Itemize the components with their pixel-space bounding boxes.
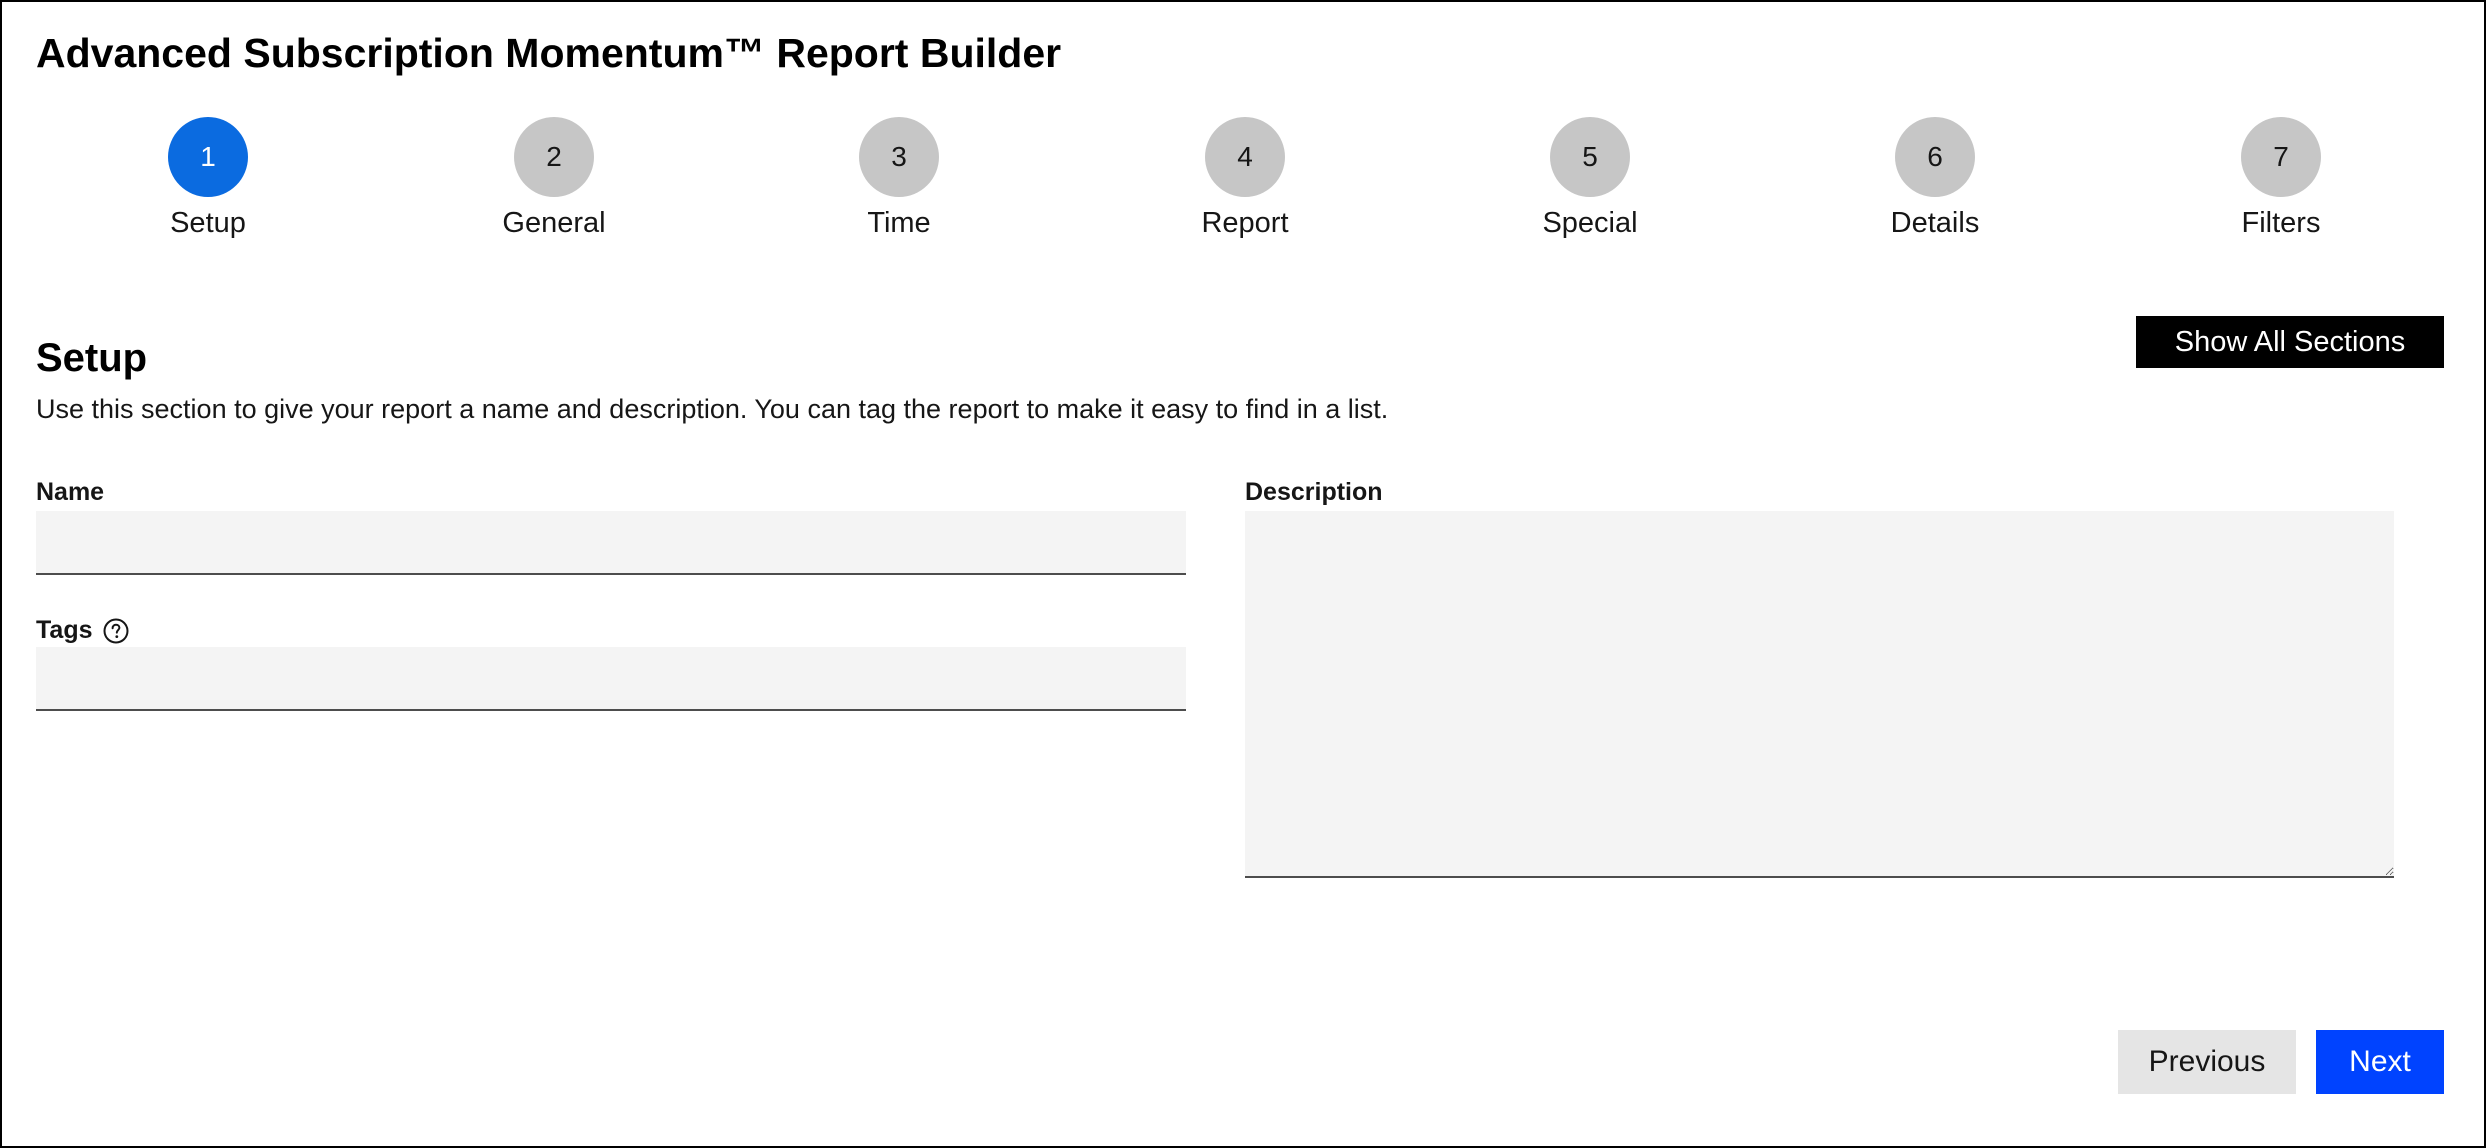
step-label: Details	[1890, 207, 1980, 239]
section-title: Setup	[36, 336, 148, 380]
step-number: 4	[1205, 117, 1285, 197]
step-number: 2	[514, 117, 594, 197]
step-time[interactable]: 3 Time	[779, 117, 1019, 240]
name-input[interactable]	[36, 511, 1186, 575]
name-label: Name	[36, 478, 104, 507]
step-number: 1	[168, 117, 248, 197]
report-builder-window: Advanced Subscription Momentum™ Report B…	[0, 0, 2486, 1148]
section-description: Use this section to give your report a n…	[36, 394, 1389, 424]
step-label: General	[502, 207, 606, 239]
page-title: Advanced Subscription Momentum™ Report B…	[36, 30, 1062, 76]
description-textarea[interactable]	[1245, 511, 2394, 878]
description-label-text: Description	[1245, 478, 1383, 506]
step-number: 6	[1895, 117, 1975, 197]
step-label: Special	[1542, 207, 1638, 239]
step-label: Report	[1201, 207, 1289, 239]
question-circle-icon[interactable]	[103, 618, 129, 644]
step-report[interactable]: 4 Report	[1125, 117, 1365, 240]
step-label: Time	[867, 207, 931, 239]
name-label-text: Name	[36, 478, 105, 506]
tags-label: Tags	[36, 616, 129, 645]
show-all-sections-button[interactable]: Show All Sections	[2136, 316, 2444, 368]
tags-label-text: Tags	[36, 616, 93, 644]
step-label: Filters	[2241, 207, 2321, 239]
previous-button[interactable]: Previous	[2118, 1030, 2296, 1094]
step-number: 7	[2241, 117, 2321, 197]
step-details[interactable]: 6 Details	[1815, 117, 2055, 240]
next-button[interactable]: Next	[2316, 1030, 2444, 1094]
step-label: Setup	[170, 207, 246, 239]
step-special[interactable]: 5 Special	[1470, 117, 1710, 240]
tags-input[interactable]	[36, 647, 1186, 711]
step-number: 5	[1550, 117, 1630, 197]
step-number: 3	[859, 117, 939, 197]
step-setup[interactable]: 1 Setup	[88, 117, 328, 240]
step-filters[interactable]: 7 Filters	[2161, 117, 2401, 240]
step-general[interactable]: 2 General	[434, 117, 674, 240]
description-label: Description	[1245, 478, 1383, 507]
